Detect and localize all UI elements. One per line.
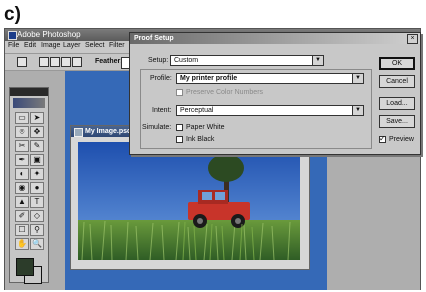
setup-dropdown[interactable]: Custom ▼ <box>170 55 324 66</box>
menu-filter[interactable]: Filter <box>109 42 125 49</box>
history-brush-tool-icon[interactable]: ◐ <box>15 168 29 180</box>
simulate-label: Simulate: <box>142 124 172 131</box>
eraser-tool-icon[interactable]: ✦ <box>30 168 44 180</box>
paper-white-label: Paper White <box>186 124 225 131</box>
subtract-selection-icon[interactable] <box>61 57 71 67</box>
preview-checkbox[interactable] <box>379 134 386 143</box>
marquee-tool-icon[interactable] <box>17 57 27 67</box>
chevron-down-icon: ▼ <box>352 106 363 115</box>
paper-white-checkbox[interactable] <box>176 124 183 131</box>
menu-layer[interactable]: Layer <box>63 42 81 49</box>
ink-black-label: Ink Black <box>186 136 215 143</box>
menu-select[interactable]: Select <box>85 42 104 49</box>
profile-value: My printer profile <box>180 75 238 82</box>
move-tool-icon[interactable]: ➤ <box>30 112 44 124</box>
panel-label: c) <box>4 4 21 25</box>
image-canvas[interactable] <box>78 142 300 260</box>
load-button[interactable]: Load... <box>379 97 415 110</box>
save-button[interactable]: Save... <box>379 115 415 128</box>
setup-value: Custom <box>174 57 199 64</box>
photoshop-logo-icon <box>8 31 17 40</box>
menu-image[interactable]: Image <box>41 42 60 49</box>
dialog-close-icon[interactable]: × <box>407 34 418 44</box>
pen-tool-icon[interactable]: ✐ <box>15 210 29 222</box>
preview-label: Preview <box>389 136 414 143</box>
toolbox: ▭ ➤ ⌾ ✥ ✂ ✎ ✒ ▣ ◐ ✦ ◉ ● ▲ T ✐ ◇ ☐ ⚲ ✋ 🔍 <box>9 87 49 284</box>
intent-label: Intent: <box>152 107 172 114</box>
cancel-button[interactable]: Cancel <box>379 75 415 88</box>
preserve-color-numbers-checkbox[interactable] <box>176 89 183 96</box>
healing-tool-icon[interactable]: ✒ <box>15 154 29 166</box>
menu-file[interactable]: File <box>8 42 19 49</box>
marquee-tool-icon[interactable]: ▭ <box>15 112 29 124</box>
toolbox-titlebar[interactable] <box>10 88 48 96</box>
notes-tool-icon[interactable]: ☐ <box>15 224 29 236</box>
hand-tool-icon[interactable]: ✋ <box>15 238 29 250</box>
intent-value: Perceptual <box>180 107 214 114</box>
document-icon <box>74 128 83 137</box>
menu-edit[interactable]: Edit <box>24 42 36 49</box>
preserve-color-numbers-label: Preserve Color Numbers <box>186 89 264 96</box>
stamp-tool-icon[interactable]: ▣ <box>30 154 44 166</box>
proof-setup-dialog: Proof Setup × Setup: Custom ▼ Profile: M… <box>129 32 421 155</box>
toolbox-logo <box>13 98 45 108</box>
shape-tool-icon[interactable]: ◇ <box>30 210 44 222</box>
blur-tool-icon[interactable]: ● <box>30 182 44 194</box>
new-selection-icon[interactable] <box>39 57 49 67</box>
dialog-titlebar[interactable]: Proof Setup <box>130 33 420 44</box>
add-selection-icon[interactable] <box>50 57 60 67</box>
setup-label: Setup: <box>148 57 169 64</box>
path-select-tool-icon[interactable]: ▲ <box>15 196 29 208</box>
chevron-down-icon: ▼ <box>352 74 363 83</box>
type-tool-icon[interactable]: T <box>30 196 44 208</box>
profile-label: Profile: <box>150 75 172 82</box>
zoom-tool-icon[interactable]: 🔍 <box>30 238 44 250</box>
lasso-tool-icon[interactable]: ⌾ <box>15 126 29 138</box>
slice-tool-icon[interactable]: ✎ <box>30 140 44 152</box>
ink-black-checkbox[interactable] <box>176 136 183 143</box>
app-title: Adobe Photoshop <box>17 30 81 39</box>
intersect-selection-icon[interactable] <box>72 57 82 67</box>
chevron-down-icon: ▼ <box>312 56 323 65</box>
profile-dropdown[interactable]: My printer profile ▼ <box>176 73 364 84</box>
magic-wand-tool-icon[interactable]: ✥ <box>30 126 44 138</box>
eyedropper-tool-icon[interactable]: ⚲ <box>30 224 44 236</box>
jeep-photo <box>78 142 300 260</box>
ok-button[interactable]: OK <box>379 57 415 70</box>
foreground-color-swatch[interactable] <box>16 258 34 276</box>
feather-label: Feather: <box>95 58 123 65</box>
document-title: My Image.psd <box>85 128 132 135</box>
dialog-title: Proof Setup <box>134 35 174 42</box>
intent-dropdown[interactable]: Perceptual ▼ <box>176 105 364 116</box>
gradient-tool-icon[interactable]: ◉ <box>15 182 29 194</box>
crop-tool-icon[interactable]: ✂ <box>15 140 29 152</box>
